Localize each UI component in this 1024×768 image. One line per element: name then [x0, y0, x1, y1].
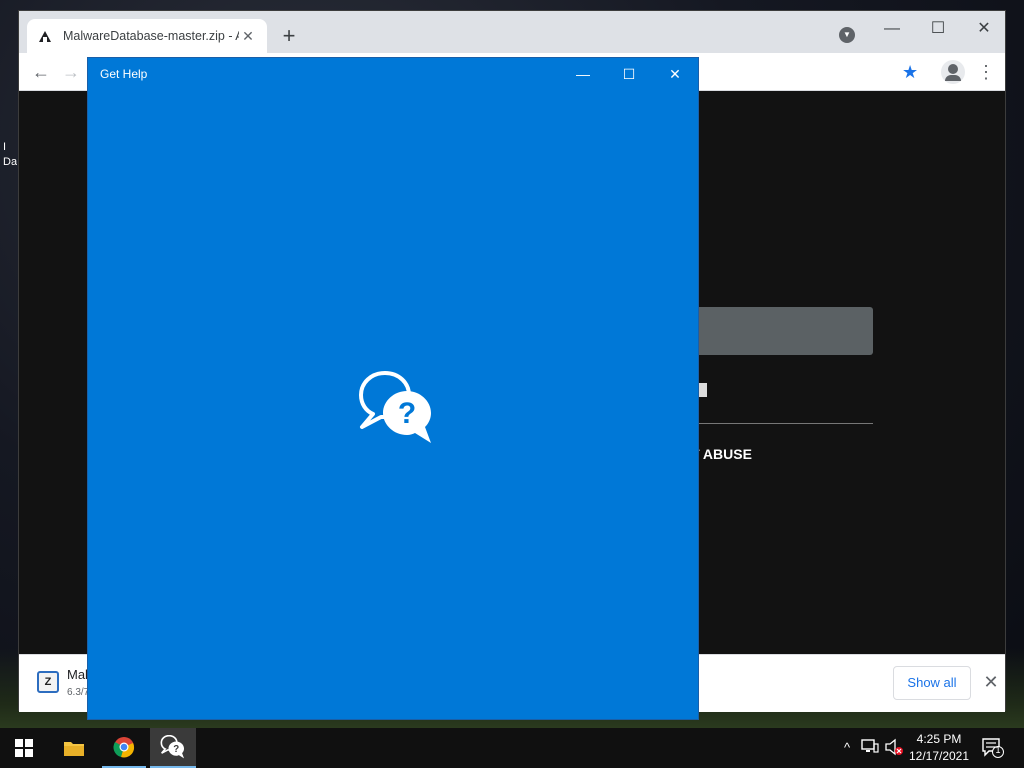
clock-date: 12/17/2021: [908, 749, 970, 763]
report-abuse-link[interactable]: T ABUSE: [691, 446, 752, 462]
new-tab-button[interactable]: +: [277, 25, 301, 49]
get-help-window: Get Help — ☐ ✕ ?: [87, 57, 699, 720]
show-hidden-icons-button[interactable]: ^: [838, 738, 856, 758]
chrome-maximize-button[interactable]: ☐: [923, 17, 953, 41]
profile-avatar-icon[interactable]: [941, 60, 965, 84]
windows-logo-icon: [15, 739, 33, 757]
volume-muted-icon[interactable]: [884, 738, 903, 758]
network-icon[interactable]: [861, 738, 879, 758]
show-all-button[interactable]: Show all: [893, 666, 971, 700]
chat-question-icon: ?: [160, 735, 185, 759]
tab-title: MalwareDatabase-master.zip - A: [63, 29, 239, 43]
download-progress-text: 6.3/7: [67, 687, 90, 698]
get-help-close-button[interactable]: ✕: [652, 62, 698, 86]
svg-text:?: ?: [398, 397, 416, 430]
svg-text:?: ?: [173, 744, 179, 755]
tab-close-icon[interactable]: ✕: [239, 27, 257, 45]
taskbar: ? ^ 4:25 PM 12/17/2021 1: [0, 728, 1024, 768]
chrome-logo-icon: [113, 737, 135, 758]
get-help-title: Get Help: [100, 67, 148, 81]
forward-button[interactable]: →: [59, 60, 83, 84]
taskbar-clock[interactable]: 4:25 PM 12/17/2021: [904, 731, 974, 765]
chrome-menu-button[interactable]: ⋮: [977, 59, 995, 85]
get-help-minimize-button[interactable]: —: [560, 62, 606, 86]
action-center-button[interactable]: 1: [982, 738, 1004, 758]
download-file-name[interactable]: Mal: [67, 667, 88, 682]
chrome-minimize-button[interactable]: —: [877, 17, 907, 41]
browser-tab[interactable]: MalwareDatabase-master.zip - A ✕: [27, 19, 267, 53]
tab-strip: MalwareDatabase-master.zip - A ✕ + ▼ — ☐…: [19, 11, 1005, 53]
tab-search-button[interactable]: ▼: [839, 27, 855, 43]
chat-question-icon: ?: [359, 371, 435, 445]
clock-time: 4:25 PM: [916, 732, 962, 746]
zip-file-icon: Z: [37, 671, 59, 693]
download-shelf-close-icon[interactable]: ✕: [979, 670, 1003, 694]
folder-icon: [64, 742, 84, 756]
notification-count: 1: [995, 745, 1001, 755]
chrome-close-button[interactable]: ✕: [969, 17, 999, 41]
tab-favicon-icon: [37, 28, 53, 44]
file-explorer-button[interactable]: [50, 728, 98, 768]
back-button[interactable]: ←: [29, 60, 53, 84]
bookmark-star-icon[interactable]: ★: [902, 61, 918, 83]
start-button[interactable]: [0, 728, 48, 768]
get-help-maximize-button[interactable]: ☐: [606, 62, 652, 86]
chrome-taskbar-button[interactable]: [102, 728, 146, 768]
get-help-taskbar-button[interactable]: ?: [150, 728, 196, 768]
desktop-icon-label[interactable]: I Da: [3, 140, 17, 170]
